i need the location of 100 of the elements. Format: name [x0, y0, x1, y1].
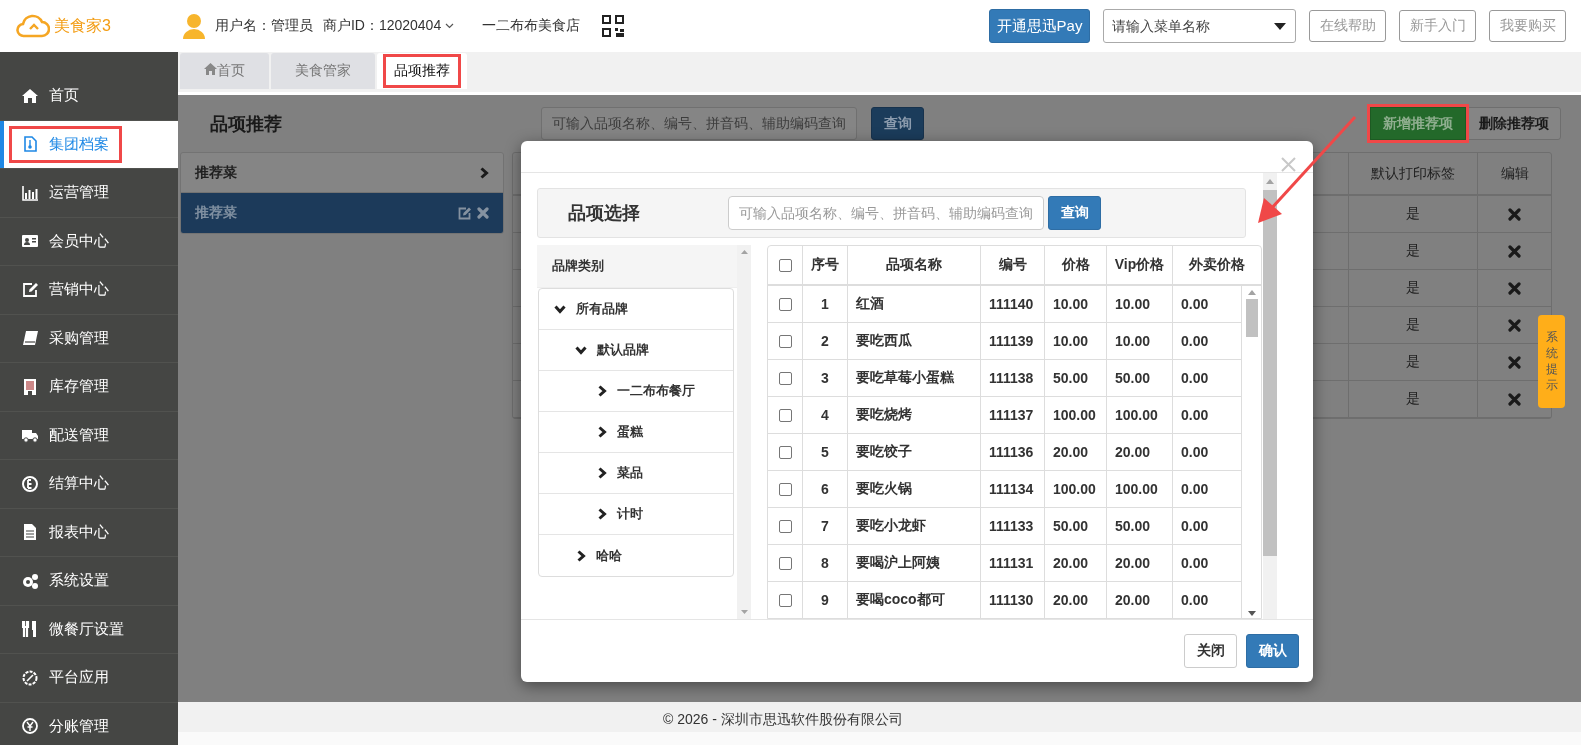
table-cell: 7	[821, 518, 829, 534]
row-checkbox[interactable]	[778, 334, 792, 348]
column-header: 品项名称	[886, 256, 942, 274]
table-cell: 6	[821, 481, 829, 497]
tree-item[interactable]: 菜品	[539, 453, 733, 494]
table-cell: 20.00	[1053, 444, 1089, 460]
table-cell: 是	[1406, 390, 1420, 408]
building-icon	[22, 378, 38, 395]
app-logo: 美食家3	[54, 15, 111, 36]
menu-search-field[interactable]: 请输入菜单名称	[1103, 9, 1296, 43]
qr-code-icon	[602, 15, 625, 37]
table-cell: 要吃草莓小蛋糕	[856, 369, 954, 387]
search-field[interactable]: 可输入品项名称、编号、拼音码、辅助编码查询	[541, 107, 857, 140]
tree-header: 品牌类别	[552, 257, 604, 275]
column-header: 默认打印标签	[1371, 164, 1455, 183]
table-cell: 要吃西瓜	[856, 332, 912, 350]
tree-item[interactable]: 一二布布餐厅	[539, 371, 733, 412]
delete-icon	[1508, 281, 1521, 295]
table-cell: 50.00	[1053, 370, 1089, 386]
page-title: 品项推荐	[209, 112, 283, 136]
tab[interactable]: 品项推荐	[377, 53, 467, 89]
scroll-up-icon	[740, 250, 748, 254]
row-checkbox[interactable]	[778, 445, 792, 459]
coin-icon	[22, 475, 38, 492]
group-item[interactable]: 推荐菜	[181, 193, 503, 233]
row-checkbox[interactable]	[778, 556, 792, 570]
table-cell: 8	[821, 555, 829, 571]
table-cell: 红酒	[856, 295, 884, 313]
table-cell: 5	[821, 444, 829, 460]
column-header: 序号	[811, 256, 839, 274]
copyright-text: © 2026 - 深圳市思迅软件股份有限公司	[663, 711, 903, 727]
table-cell: 111130	[989, 592, 1034, 608]
select-all-checkbox[interactable]	[778, 258, 792, 272]
row-checkbox[interactable]	[778, 593, 792, 607]
table-cell: 0.00	[1181, 555, 1209, 571]
table-cell: 111136	[989, 444, 1034, 460]
badge-icon	[22, 669, 38, 686]
table-cell: 要吃火锅	[856, 480, 912, 498]
scroll-up-icon	[1247, 290, 1256, 295]
search-button[interactable]: 查询	[1048, 196, 1101, 230]
delete-icon	[1508, 207, 1521, 221]
id-card-icon	[22, 233, 38, 250]
home-icon	[204, 63, 217, 75]
table-cell: 111131	[989, 555, 1034, 571]
tree-item[interactable]: 蛋糕	[539, 412, 733, 453]
tab[interactable]: 美食管家	[271, 53, 375, 89]
tab[interactable]: 首页	[180, 53, 269, 89]
table-cell: 100.00	[1053, 407, 1096, 423]
delete-icon	[477, 207, 489, 219]
tree-item[interactable]: 计时	[539, 494, 733, 535]
table-cell: 0.00	[1181, 444, 1209, 460]
system-notice-tab[interactable]: 系统提示	[1538, 315, 1565, 408]
scroll-down-icon	[1247, 611, 1256, 616]
table-cell: 4	[821, 407, 829, 423]
cloud-icon	[16, 14, 50, 38]
store-name: 一二布布美食店	[482, 17, 581, 35]
truck-icon	[22, 427, 38, 444]
table-cell: 9	[821, 592, 829, 608]
row-checkbox[interactable]	[778, 482, 792, 496]
tree-item[interactable]: 哈哈	[539, 535, 733, 576]
search-button[interactable]: 查询	[871, 107, 924, 140]
panel-title: 推荐菜	[195, 163, 237, 182]
table-cell: 要喝沪上阿姨	[856, 554, 940, 572]
sidebar-item[interactable]: 集团档案	[0, 120, 178, 169]
table-cell: 2	[821, 333, 829, 349]
table-cell: 111138	[989, 370, 1034, 386]
row-checkbox[interactable]	[778, 519, 792, 533]
table-cell: 是	[1406, 242, 1420, 260]
row-checkbox[interactable]	[778, 297, 792, 311]
column-header: Vip价格	[1114, 256, 1165, 274]
row-checkbox[interactable]	[778, 408, 792, 422]
table-cell: 是	[1406, 316, 1420, 334]
edit-icon	[22, 281, 38, 298]
delete-icon	[1508, 392, 1521, 406]
close-button[interactable]: 关闭	[1184, 634, 1237, 668]
delete-icon	[1508, 318, 1521, 332]
table-cell: 10.00	[1053, 333, 1089, 349]
document-icon	[22, 136, 38, 153]
row-checkbox[interactable]	[778, 371, 792, 385]
panel-title: 品项选择	[567, 202, 641, 225]
tree-item[interactable]: 默认品牌	[539, 330, 733, 371]
table-cell: 20.00	[1053, 592, 1089, 608]
table-cell: 111133	[989, 518, 1034, 534]
table-cell: 要吃烧烤	[856, 406, 912, 424]
delete-button[interactable]: 删除推荐项	[1466, 107, 1561, 140]
table-cell: 111139	[989, 333, 1034, 349]
table-cell: 是	[1406, 353, 1420, 371]
table-cell: 是	[1406, 279, 1420, 297]
pay-button[interactable]: 开通思迅Pay	[989, 9, 1090, 43]
table-cell: 20.00	[1115, 555, 1151, 571]
scrollbar-thumb	[1245, 299, 1258, 337]
confirm-button[interactable]: 确认	[1246, 634, 1299, 668]
table-cell: 1	[821, 296, 829, 312]
tree-item[interactable]: 所有品牌	[539, 289, 733, 330]
column-header: 编号	[998, 256, 1027, 274]
delete-icon	[1508, 244, 1521, 258]
table-cell: 10.00	[1115, 296, 1151, 312]
column-header: 价格	[1061, 256, 1090, 274]
edit-icon	[458, 206, 471, 220]
table-cell: 0.00	[1181, 370, 1209, 386]
